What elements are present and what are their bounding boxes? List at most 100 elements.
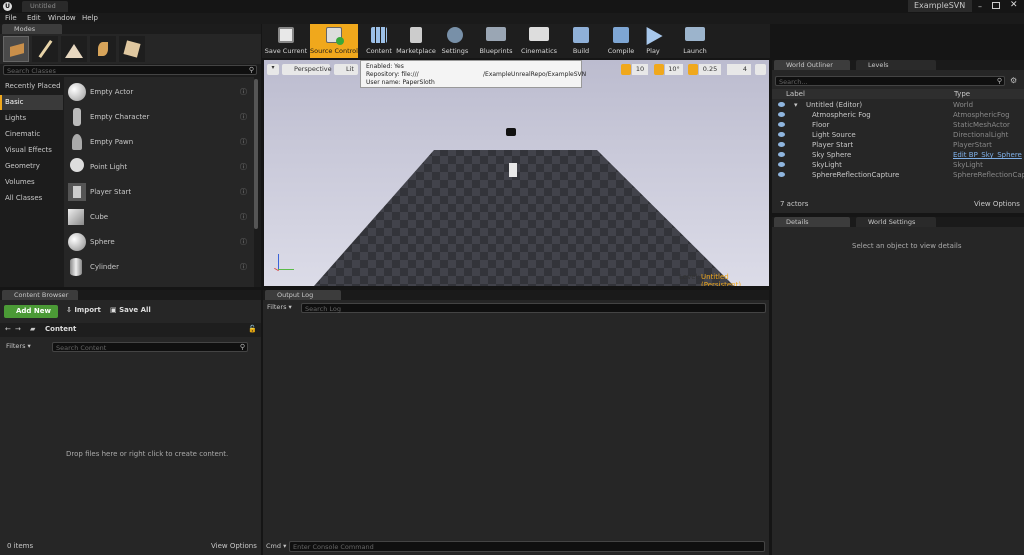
rotation-snap-icon[interactable] (654, 64, 664, 75)
outliner-settings-icon[interactable]: ⚙ (1010, 76, 1020, 86)
foliage-mode-icon[interactable] (90, 36, 116, 62)
levels-tab[interactable]: Levels (856, 60, 936, 70)
back-arrow-icon[interactable]: ← (5, 325, 11, 333)
menu-window[interactable]: Window (48, 14, 76, 22)
grid-snap-icon[interactable] (621, 64, 631, 75)
modes-scrollbar[interactable] (254, 79, 258, 229)
level-viewport[interactable]: ▾ Perspective Lit 10 10° 0.25 4 Level: U… (264, 60, 769, 286)
modes-tab[interactable]: Modes (2, 24, 62, 34)
visibility-eye-icon[interactable] (778, 122, 785, 127)
import-button[interactable]: ⇩ Import (66, 306, 101, 314)
camera-speed-button[interactable]: 4 (727, 64, 751, 75)
visibility-eye-icon[interactable] (778, 132, 785, 137)
world-settings-tab[interactable]: World Settings (856, 217, 936, 227)
world-outliner-tab[interactable]: World Outliner (774, 60, 850, 70)
play-button[interactable]: Play (640, 24, 666, 58)
help-icon[interactable]: ⓘ (240, 212, 247, 222)
category-recently-placed[interactable]: Recently Placed (0, 79, 63, 94)
category-geometry[interactable]: Geometry (0, 159, 63, 174)
forward-arrow-icon[interactable]: → (15, 325, 21, 333)
log-search-input[interactable]: Search Log (301, 303, 766, 313)
log-filters-button[interactable]: Filters ▾ (267, 303, 292, 311)
content-button[interactable]: Content (362, 24, 396, 58)
rotation-snap-value[interactable]: 10° (665, 64, 683, 75)
outliner-row[interactable]: Player Start PlayerStart (772, 140, 1024, 150)
minimize-button[interactable]: – (978, 2, 988, 11)
content-browser-tab[interactable]: Content Browser (2, 290, 78, 300)
paint-mode-icon[interactable] (32, 36, 58, 62)
outliner-row[interactable]: Floor StaticMeshActor (772, 120, 1024, 130)
visibility-eye-icon[interactable] (778, 142, 785, 147)
source-control-button[interactable]: Source Control (310, 24, 358, 58)
menu-file[interactable]: File (5, 14, 17, 22)
visibility-eye-icon[interactable] (778, 152, 785, 157)
category-volumes[interactable]: Volumes (0, 175, 63, 190)
build-button[interactable]: Build (568, 24, 594, 58)
scale-snap-icon[interactable] (688, 64, 698, 75)
outliner-row[interactable]: ▾ Untitled (Editor) World (772, 100, 1024, 110)
log-output-area[interactable] (263, 316, 769, 538)
close-button[interactable]: ✕ (1010, 0, 1020, 10)
outliner-row[interactable]: SphereReflectionCapture SphereReflectionC… (772, 170, 1024, 180)
category-cinematic[interactable]: Cinematic (0, 127, 63, 142)
category-basic[interactable]: Basic (0, 95, 63, 110)
landscape-mode-icon[interactable] (61, 36, 87, 62)
view-options-button[interactable]: View Options (211, 542, 257, 550)
outliner-row[interactable]: Atmospheric Fog AtmosphericFog (772, 110, 1024, 120)
outliner-row[interactable]: Light Source DirectionalLight (772, 130, 1024, 140)
class-item[interactable]: Cylinder ⓘ (64, 256, 254, 278)
maximize-viewport-icon[interactable] (755, 64, 766, 75)
lit-button[interactable]: Lit (334, 64, 358, 75)
filters-button[interactable]: Filters ▾ (6, 342, 31, 350)
class-item[interactable]: Empty Character ⓘ (64, 106, 254, 128)
player-start-marker-icon[interactable] (509, 163, 517, 177)
visibility-eye-icon[interactable] (778, 172, 785, 177)
place-mode-icon[interactable] (3, 36, 29, 62)
scale-snap-value[interactable]: 0.25 (699, 64, 721, 75)
cinematics-button[interactable]: Cinematics (520, 24, 558, 58)
visibility-eye-icon[interactable] (778, 162, 785, 167)
class-search-input[interactable]: Search Classes ⚲ (3, 65, 257, 75)
help-icon[interactable]: ⓘ (240, 87, 247, 97)
grid-snap-value[interactable]: 10 (632, 64, 648, 75)
outliner-row[interactable]: SkyLight SkyLight (772, 160, 1024, 170)
marketplace-button[interactable]: Marketplace (396, 24, 436, 58)
path-label[interactable]: Content (45, 325, 76, 333)
compile-button[interactable]: Compile (606, 24, 636, 58)
class-item[interactable]: Empty Actor ⓘ (64, 81, 254, 103)
column-label[interactable]: Label (786, 90, 805, 98)
output-log-tab[interactable]: Output Log (265, 290, 341, 300)
menu-edit[interactable]: Edit (27, 14, 41, 22)
blueprints-button[interactable]: Blueprints (478, 24, 514, 58)
launch-button[interactable]: Launch (678, 24, 712, 58)
visibility-eye-icon[interactable] (778, 112, 785, 117)
outliner-search-input[interactable]: Search... ⚲ (775, 76, 1005, 86)
menu-help[interactable]: Help (82, 14, 98, 22)
outliner-row[interactable]: Sky Sphere Edit BP_Sky_Sphere (772, 150, 1024, 160)
category-visual-effects[interactable]: Visual Effects (0, 143, 63, 158)
content-search-input[interactable]: Search Content ⚲ (52, 342, 248, 352)
help-icon[interactable]: ⓘ (240, 162, 247, 172)
level-tab[interactable]: Untitled (22, 1, 68, 12)
category-all-classes[interactable]: All Classes (0, 191, 63, 206)
class-item[interactable]: Empty Pawn ⓘ (64, 131, 254, 153)
details-tab[interactable]: Details (774, 217, 850, 227)
column-type[interactable]: Type (954, 90, 970, 98)
perspective-button[interactable]: Perspective (282, 64, 332, 75)
light-source-icon[interactable] (506, 128, 516, 136)
view-options-button[interactable]: View Options (974, 200, 1020, 208)
viewport-options-button[interactable]: ▾ (267, 64, 279, 75)
help-icon[interactable]: ⓘ (240, 137, 247, 147)
geometry-mode-icon[interactable] (119, 36, 145, 62)
lock-icon[interactable]: 🔓 (248, 325, 257, 333)
row-type-link[interactable]: Edit BP_Sky_Sphere (953, 151, 1022, 159)
maximize-button[interactable] (992, 2, 1000, 9)
help-icon[interactable]: ⓘ (240, 262, 247, 272)
help-icon[interactable]: ⓘ (240, 112, 247, 122)
class-item[interactable]: Player Start ⓘ (64, 181, 254, 203)
help-icon[interactable]: ⓘ (240, 187, 247, 197)
help-icon[interactable]: ⓘ (240, 237, 247, 247)
visibility-eye-icon[interactable] (778, 102, 785, 107)
class-item[interactable]: Cube ⓘ (64, 206, 254, 228)
save-all-button[interactable]: ▣ Save All (110, 306, 151, 314)
